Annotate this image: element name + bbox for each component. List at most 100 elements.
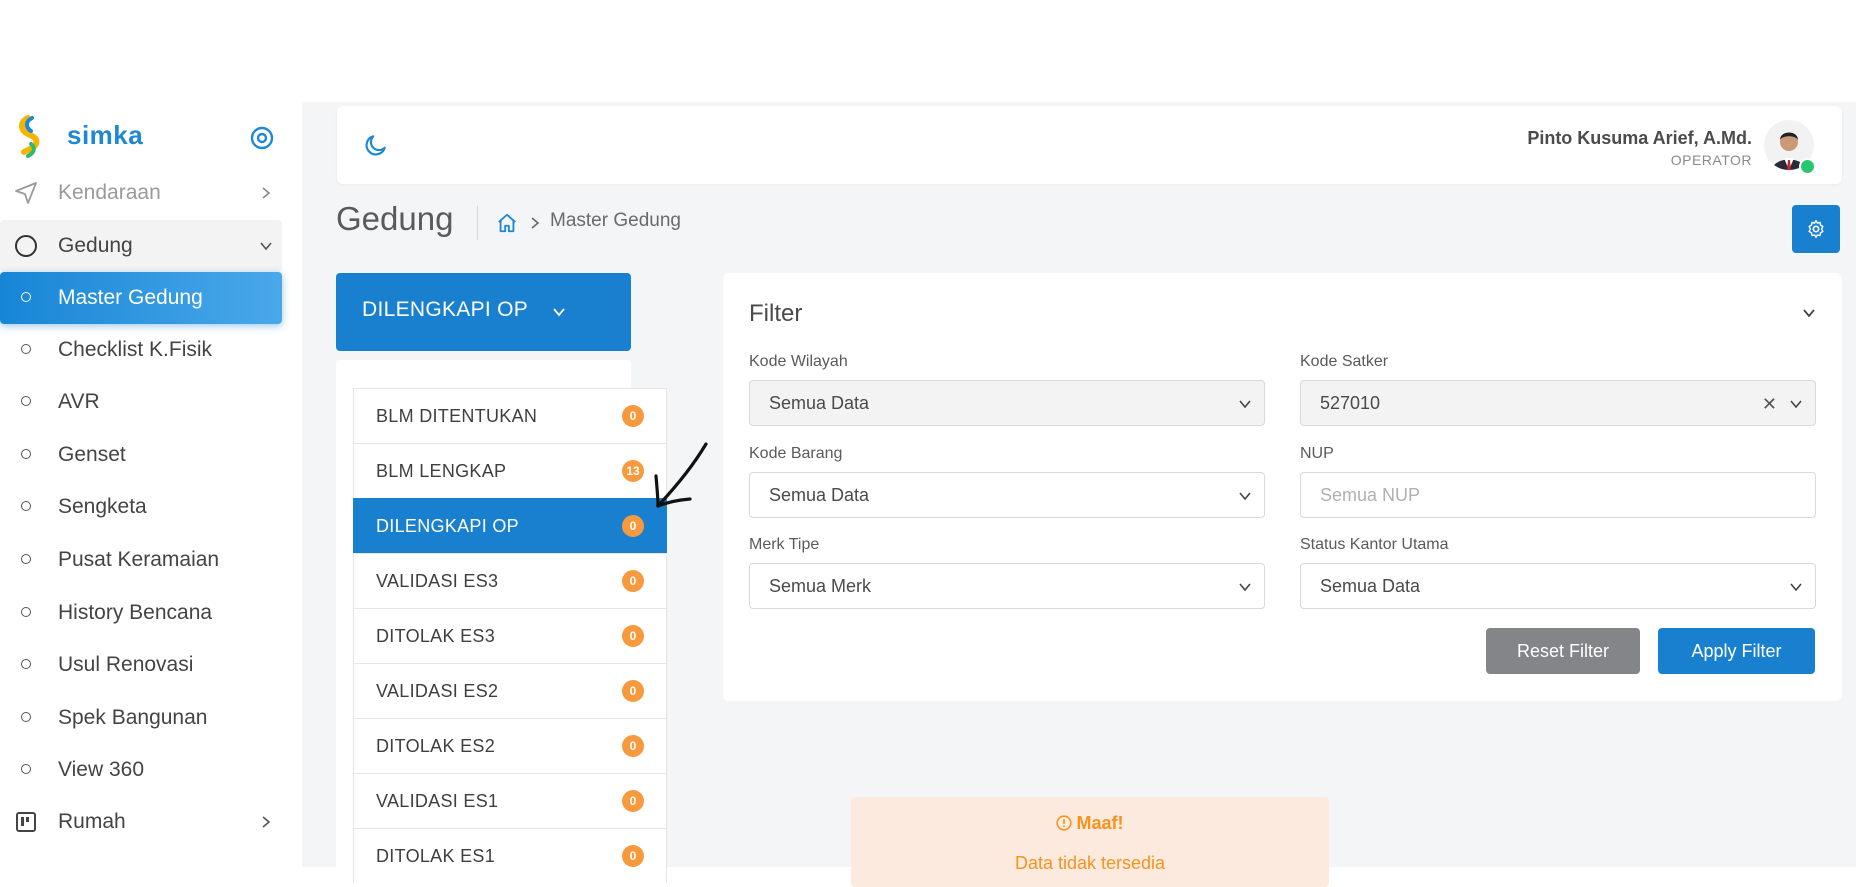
count-badge: 0: [622, 515, 644, 537]
main-content: Pinto Kusuma Arief, A.Md. OPERATOR Gedun…: [302, 102, 1856, 887]
nup-placeholder: Semua NUP: [1320, 485, 1421, 505]
status-list: BLM DITENTUKAN 0 BLM LENGKAP 13 DILENGKA…: [353, 388, 667, 883]
status-item-label: DITOLAK ES3: [376, 626, 496, 646]
bullet-icon: [21, 396, 31, 406]
status-item-blm-ditentukan[interactable]: BLM DITENTUKAN 0: [353, 388, 667, 443]
online-status-dot: [1799, 158, 1816, 175]
kode-satker-label: Kode Satker: [1300, 353, 1389, 370]
status-item-validasi-es2[interactable]: VALIDASI ES2 0: [353, 663, 667, 718]
kanban-icon: [16, 812, 36, 832]
status-kantor-value: Semua Data: [1320, 576, 1421, 596]
sidebar-item-usul-renovasi[interactable]: Usul Renovasi: [0, 639, 282, 691]
sidebar-item-rumah[interactable]: Rumah: [0, 796, 282, 848]
status-item-blm-lengkap[interactable]: BLM LENGKAP 13: [353, 443, 667, 498]
sidebar-toggle-icon[interactable]: [250, 126, 274, 150]
kode-satker-select[interactable]: 527010 ✕: [1300, 380, 1816, 426]
home-icon[interactable]: [496, 212, 518, 234]
bullet-icon: [21, 607, 31, 617]
kode-wilayah-select[interactable]: Semua Data: [749, 380, 1265, 426]
count-badge: 0: [622, 680, 644, 702]
reset-filter-button[interactable]: Reset Filter: [1486, 628, 1640, 674]
kode-barang-value: Semua Data: [769, 485, 870, 505]
alert-title: Maaf!: [1076, 813, 1124, 833]
sidebar-item-checklist-kfisik[interactable]: Checklist K.Fisik: [0, 324, 282, 376]
nup-label: NUP: [1300, 445, 1334, 462]
filter-title: Filter: [749, 300, 803, 327]
bullet-icon: [21, 501, 31, 511]
kode-satker-value: 527010: [1320, 393, 1381, 413]
status-item-validasi-es3[interactable]: VALIDASI ES3 0: [353, 553, 667, 608]
bullet-icon: [21, 554, 31, 564]
count-badge: 13: [622, 460, 644, 482]
status-item-label: VALIDASI ES3: [376, 571, 499, 591]
count-badge: 0: [622, 735, 644, 757]
sidebar-item-view-360[interactable]: View 360: [0, 744, 282, 796]
settings-button[interactable]: [1792, 205, 1840, 253]
bullet-icon: [21, 344, 31, 354]
status-kantor-select[interactable]: Semua Data: [1300, 563, 1816, 609]
merk-tipe-select[interactable]: Semua Merk: [749, 563, 1265, 609]
status-dropdown-label: DILENGKAPI OP: [362, 298, 529, 321]
bullet-icon: [21, 292, 31, 302]
sidebar-item-label: Gedung: [58, 234, 133, 257]
sidebar-item-spek-bangunan[interactable]: Spek Bangunan: [0, 692, 282, 744]
empty-data-alert: Maaf! Data tidak tersedia: [851, 797, 1329, 887]
sidebar-item-label: Spek Bangunan: [58, 706, 208, 729]
alert-circle-icon: [1056, 815, 1073, 831]
merk-tipe-label: Merk Tipe: [749, 536, 820, 553]
count-badge: 0: [622, 845, 644, 867]
status-item-dilengkapi-op[interactable]: DILENGKAPI OP 0: [353, 498, 667, 553]
chevron-down-icon[interactable]: [1801, 305, 1817, 321]
kode-wilayah-value: Semua Data: [769, 393, 870, 413]
user-name[interactable]: Pinto Kusuma Arief, A.Md.: [1527, 128, 1752, 149]
sidebar-item-avr[interactable]: AVR: [0, 376, 282, 428]
count-badge: 0: [622, 790, 644, 812]
sidebar-item-label: AVR: [58, 390, 100, 413]
status-item-ditolak-es1[interactable]: DITOLAK ES1 0: [353, 828, 667, 883]
chevron-down-icon: [1790, 583, 1802, 592]
title-divider: [477, 206, 478, 240]
sidebar-item-label: History Bencana: [58, 601, 213, 624]
chevron-down-icon: [1239, 492, 1251, 501]
send-icon: [15, 182, 37, 204]
annotation-arrow: [654, 442, 708, 508]
status-item-label: DITOLAK ES2: [376, 736, 496, 756]
status-dropdown[interactable]: DILENGKAPI OP: [336, 273, 631, 351]
brand[interactable]: simka: [16, 112, 286, 162]
bullet-icon: [21, 764, 31, 774]
chevron-right-icon: [262, 816, 271, 828]
status-item-label: DITOLAK ES1: [376, 846, 496, 866]
sidebar: simka Kendaraan Gedung Master Gedung Che…: [0, 102, 302, 867]
sidebar-item-gedung[interactable]: Gedung: [0, 220, 282, 272]
sidebar-item-label: View 360: [58, 758, 145, 781]
count-badge: 0: [622, 405, 644, 427]
status-item-label: VALIDASI ES1: [376, 791, 499, 811]
status-item-ditolak-es2[interactable]: DITOLAK ES2 0: [353, 718, 667, 773]
sidebar-item-sengketa[interactable]: Sengketa: [0, 481, 282, 533]
bullet-icon: [21, 659, 31, 669]
moon-icon[interactable]: [363, 132, 389, 158]
sidebar-item-kendaraan[interactable]: Kendaraan: [0, 167, 282, 219]
nup-input[interactable]: Semua NUP: [1300, 472, 1816, 518]
status-item-validasi-es1[interactable]: VALIDASI ES1 0: [353, 773, 667, 828]
filter-card: Filter Kode Wilayah Semua Data Kode Satk…: [723, 273, 1842, 701]
chevron-down-icon: [1790, 400, 1802, 409]
bullet-icon: [21, 449, 31, 459]
breadcrumb: Master Gedung: [550, 210, 681, 231]
status-item-ditolak-es3[interactable]: DITOLAK ES3 0: [353, 608, 667, 663]
chevron-down-icon: [1239, 583, 1251, 592]
sidebar-item-master-gedung[interactable]: Master Gedung: [0, 272, 282, 324]
gear-icon: [1808, 219, 1824, 239]
status-kantor-label: Status Kantor Utama: [1300, 536, 1449, 553]
clear-icon[interactable]: ✕: [1762, 394, 1777, 415]
chevron-right-icon: [531, 217, 540, 229]
app-root: simka Kendaraan Gedung Master Gedung Che…: [0, 102, 1856, 887]
sidebar-item-genset[interactable]: Genset: [0, 429, 282, 481]
top-navbar: Pinto Kusuma Arief, A.Md. OPERATOR: [337, 106, 1842, 184]
sidebar-item-history-bencana[interactable]: History Bencana: [0, 587, 282, 639]
sidebar-item-label: Checklist K.Fisik: [58, 338, 213, 361]
apply-filter-button[interactable]: Apply Filter: [1658, 628, 1815, 674]
sidebar-item-pusat-keramaian[interactable]: Pusat Keramaian: [0, 534, 282, 586]
kode-barang-select[interactable]: Semua Data: [749, 472, 1265, 518]
status-panel: BLM DITENTUKAN 0 BLM LENGKAP 13 DILENGKA…: [336, 360, 667, 883]
